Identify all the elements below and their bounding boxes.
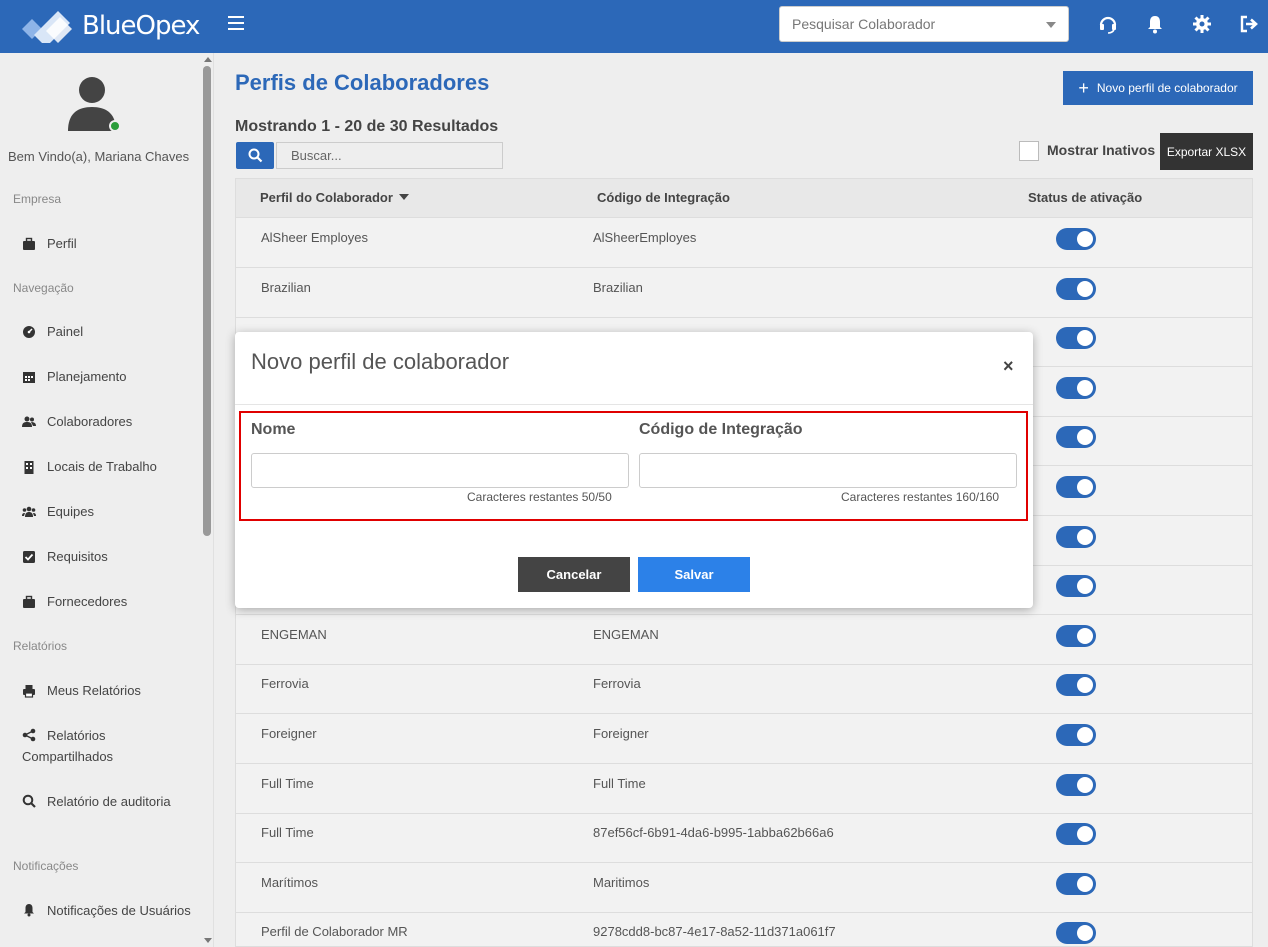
code-char-counter: Caracteres restantes 160/160 [841, 490, 1000, 504]
name-char-counter: Caracteres restantes 50/50 [467, 490, 612, 504]
modal-title: Novo perfil de colaborador [251, 349, 510, 374]
modal-divider [235, 404, 1033, 405]
close-icon[interactable]: × [1003, 356, 1014, 377]
save-button[interactable]: Salvar [638, 557, 750, 592]
integration-code-input[interactable] [639, 453, 1017, 488]
integration-code-label: Código de Integração [639, 421, 803, 438]
cancel-button[interactable]: Cancelar [518, 557, 630, 592]
new-profile-modal: Novo perfil de colaborador × Nome Código… [235, 332, 1033, 608]
name-label: Nome [251, 421, 296, 438]
name-input[interactable] [251, 453, 629, 488]
